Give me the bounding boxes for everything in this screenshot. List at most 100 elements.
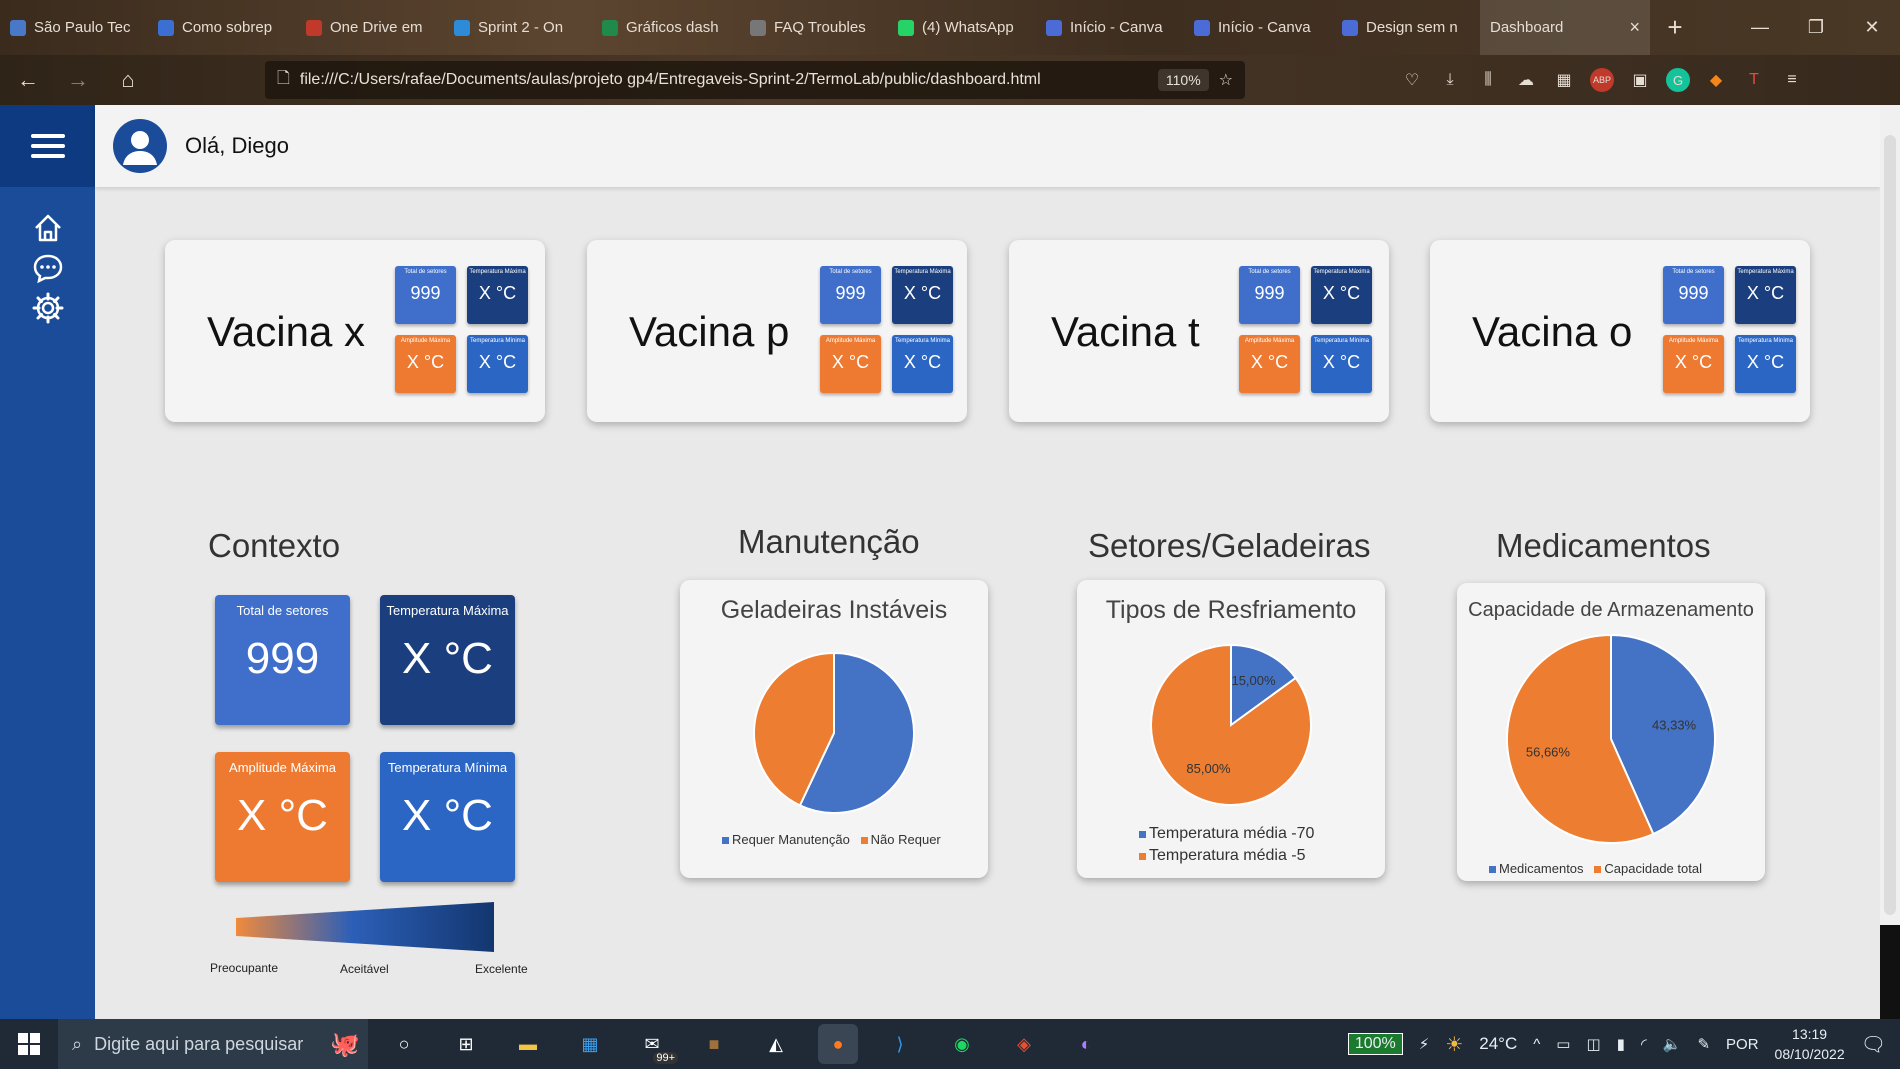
vaccine-card[interactable]: Vacina x Total de setores 999 Temperatura M… xyxy=(165,240,545,422)
tab-favicon-icon xyxy=(1046,19,1062,36)
mail-icon[interactable]: ✉ 99+ xyxy=(632,1024,678,1064)
address-bar[interactable]: 🗋 file:///C:/Users/rafae/Documents/aulas… xyxy=(265,61,1245,99)
chat-icon[interactable] xyxy=(31,251,65,285)
library-icon[interactable]: ⫼ xyxy=(1476,68,1500,92)
tile-label: Temperatura Mínima xyxy=(894,338,951,344)
minimize-icon[interactable]: — xyxy=(1732,0,1788,55)
browser-nav-bar: ← → ⌂ 🗋 file:///C:/Users/rafae/Documents… xyxy=(0,55,1900,105)
menu-icon[interactable]: ≡ xyxy=(1780,68,1804,92)
pie-data-label: 56,66% xyxy=(1526,744,1571,759)
hamburger-menu-icon[interactable] xyxy=(0,105,95,187)
tab-favicon-icon xyxy=(750,19,766,36)
page-scrollbar[interactable] xyxy=(1880,105,1900,1019)
tile-label: Amplitude Máxima xyxy=(825,338,876,344)
weather-icon[interactable]: ☀ xyxy=(1445,1032,1463,1057)
chart-legend: Requer Manutenção Não Requer xyxy=(722,832,941,847)
chart-legend: Temperatura média -70 Temperatura média … xyxy=(1139,823,1314,867)
search-placeholder: Digite aqui para pesquisar xyxy=(94,1033,304,1054)
browser-tab[interactable]: Design sem n xyxy=(1332,0,1480,55)
tray-icon[interactable]: ▭ xyxy=(1556,1035,1570,1053)
battery-percent[interactable]: 100% xyxy=(1347,1033,1403,1055)
file-explorer-icon[interactable]: ▬ xyxy=(508,1024,548,1064)
tile-label: Temperatura Mínima xyxy=(469,338,526,344)
tab-favicon-icon xyxy=(10,19,26,36)
browser-tab[interactable]: Gráficos dash xyxy=(592,0,740,55)
git-icon[interactable]: ◈ xyxy=(1004,1024,1044,1064)
download-icon[interactable]: ⤓ xyxy=(1438,68,1462,92)
extensions-bar: ♡ ⤓ ⫼ ☁ ▦ ABP ▣ G ◆ T ≡ xyxy=(1400,61,1804,99)
metamask-icon[interactable]: ◆ xyxy=(1704,68,1728,92)
extension-icon[interactable]: ☁ xyxy=(1514,68,1538,92)
browser-tab[interactable]: Início - Canva xyxy=(1036,0,1184,55)
language-indicator[interactable]: POR xyxy=(1726,1036,1759,1053)
zoom-level[interactable]: 110% xyxy=(1157,69,1209,91)
close-tab-icon[interactable]: × xyxy=(1629,17,1640,38)
grammarly-icon[interactable]: G xyxy=(1666,68,1690,92)
context-total-sectors-tile: Total de setores 999 xyxy=(215,595,350,725)
battery-icon[interactable]: ▮ xyxy=(1617,1035,1625,1053)
task-view-icon[interactable]: ⊞ xyxy=(446,1024,486,1064)
context-title: Contexto xyxy=(208,527,341,564)
system-tray: 100% ⚡ ☀ 24°C ^ ▭ ◫ ▮ ◜ 🔈 ✎ POR 13:19 08… xyxy=(1347,1019,1900,1069)
vscode-icon[interactable]: ⟩ xyxy=(880,1024,920,1064)
home-icon[interactable] xyxy=(31,211,65,245)
user-avatar-icon[interactable] xyxy=(113,119,167,173)
inkscape-icon[interactable]: ◭ xyxy=(756,1024,796,1064)
forward-icon[interactable]: → xyxy=(56,60,100,100)
browser-tab[interactable]: One Drive em xyxy=(296,0,444,55)
weather-temp[interactable]: 24°C xyxy=(1479,1034,1517,1054)
chevron-up-icon[interactable]: ^ xyxy=(1533,1036,1540,1053)
extension-icon[interactable]: ▣ xyxy=(1628,68,1652,92)
volume-icon[interactable]: 🔈 xyxy=(1663,1035,1682,1053)
close-window-icon[interactable]: ✕ xyxy=(1844,0,1900,55)
pen-icon[interactable]: ✎ xyxy=(1697,1035,1710,1053)
extension-icon[interactable]: T xyxy=(1742,68,1766,92)
browser-tab[interactable]: (4) WhatsApp xyxy=(888,0,1036,55)
firefox-icon[interactable]: ● xyxy=(818,1024,858,1064)
vaccine-card[interactable]: Vacina p Total de setores 999 Temperatura M… xyxy=(587,240,967,422)
vaccine-card[interactable]: Vacina t Total de setores 999 Temperatura M… xyxy=(1009,240,1389,422)
tab-label: Início - Canva xyxy=(1218,19,1311,36)
vaccine-card[interactable]: Vacina o Total de setores 999 Temperatura M… xyxy=(1430,240,1810,422)
tile-label: Amplitude Máxima xyxy=(229,760,336,775)
tile-label: Total de setores xyxy=(829,269,872,275)
home-icon[interactable]: ⌂ xyxy=(106,60,150,100)
browser-tab[interactable]: Início - Canva xyxy=(1184,0,1332,55)
browser-tab[interactable]: São Paulo Tec xyxy=(0,0,148,55)
pie-data-label: 15,00% xyxy=(1231,673,1276,688)
bookmark-star-icon[interactable]: ☆ xyxy=(1219,70,1233,90)
microsoft-store-icon[interactable]: ▦ xyxy=(570,1024,610,1064)
clock[interactable]: 13:19 08/10/2022 xyxy=(1775,1024,1845,1064)
pocket-icon[interactable]: ♡ xyxy=(1400,68,1424,92)
tile-value: X °C xyxy=(1250,352,1289,372)
tab-favicon-icon xyxy=(898,19,914,36)
vaccine-stat-tile: Temperatura Máxima X °C xyxy=(467,266,528,324)
tile-label: Amplitude Máxima xyxy=(400,338,451,344)
tile-value: 999 xyxy=(835,283,866,303)
extension-icon[interactable]: ▦ xyxy=(1552,68,1576,92)
browser-tab[interactable]: Sprint 2 - On xyxy=(444,0,592,55)
browser-tab[interactable]: FAQ Troubles xyxy=(740,0,888,55)
cortana-icon[interactable]: ○ xyxy=(384,1024,424,1064)
tab-label: São Paulo Tec xyxy=(34,19,131,36)
tile-value: X °C xyxy=(1674,352,1713,372)
adblock-icon[interactable]: ABP xyxy=(1590,68,1614,92)
settings-gear-icon[interactable] xyxy=(31,291,65,325)
app-icon[interactable]: ◐ xyxy=(1066,1024,1106,1064)
tile-value: X °C xyxy=(402,634,493,683)
back-icon[interactable]: ← xyxy=(6,60,50,100)
new-tab-button[interactable]: + xyxy=(1650,0,1700,55)
chart-card-cooling-types: Tipos de Resfriamento 15,00% 85,00% Tempe… xyxy=(1077,580,1385,878)
tray-icon[interactable]: ◫ xyxy=(1586,1035,1600,1053)
spotify-icon[interactable]: ◉ xyxy=(942,1024,982,1064)
restore-icon[interactable]: ❐ xyxy=(1788,0,1844,55)
legend-item: Temperatura média -5 xyxy=(1139,845,1314,867)
notifications-icon[interactable]: 🗨 xyxy=(1861,1032,1886,1057)
tab-dashboard[interactable]: Dashboard × xyxy=(1480,0,1650,55)
windows-start-icon[interactable] xyxy=(0,1019,58,1069)
browser-tab[interactable]: Como sobrep xyxy=(148,0,296,55)
tile-value: X °C xyxy=(478,352,517,372)
minecraft-icon[interactable]: ■ xyxy=(694,1024,734,1064)
wifi-icon[interactable]: ◜ xyxy=(1641,1035,1647,1053)
taskbar-search-box[interactable]: ⌕ Digite aqui para pesquisar 🐙 xyxy=(58,1019,368,1069)
